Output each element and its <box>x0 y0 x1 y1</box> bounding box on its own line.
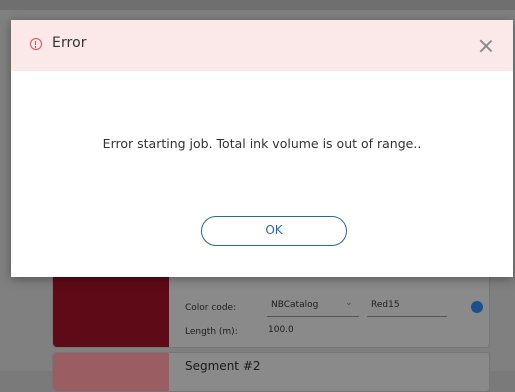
length-input[interactable]: 100.0 <box>268 325 294 335</box>
error-icon <box>30 38 42 50</box>
color-code-select[interactable]: NBCatalog <box>271 300 318 310</box>
ok-button[interactable]: OK <box>201 216 347 246</box>
close-icon[interactable] <box>478 38 494 54</box>
chevron-down-icon: ⌄ <box>345 298 353 308</box>
palette-icon[interactable] <box>471 301 483 313</box>
background-top-strip <box>0 0 515 10</box>
color-code-label: Color code: <box>185 303 237 313</box>
segment-card-2: Segment #2 <box>52 352 490 392</box>
color-name-select[interactable]: Red15 <box>371 300 400 310</box>
dialog-message: Error starting job. Total ink volume is … <box>102 136 422 151</box>
dialog-title: Error <box>52 35 87 51</box>
color-name-select-underline <box>367 316 447 317</box>
segment-2-color-swatch <box>53 353 169 391</box>
dialog-header: Error <box>11 20 513 71</box>
color-code-select-underline <box>267 316 359 317</box>
length-label: Length (m): <box>185 327 238 337</box>
error-dialog: Error Error starting job. Total ink volu… <box>11 20 513 277</box>
